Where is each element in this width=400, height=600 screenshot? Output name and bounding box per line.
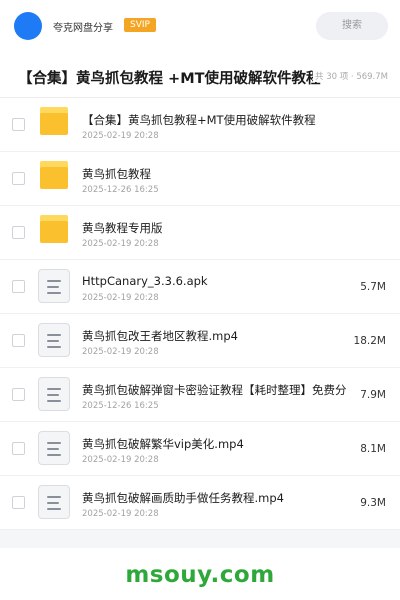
file-size: 7.9M bbox=[360, 389, 386, 401]
folder-meta: 共 30 项 · 569.7M bbox=[313, 70, 388, 82]
file-name: 黄鸟教程专用版 bbox=[82, 221, 163, 235]
file-date: 2025-02-19 20:28 bbox=[82, 131, 159, 141]
file-size: 18.2M bbox=[353, 335, 386, 347]
file-name: 黄鸟抓包破解繁华vip美化.mp4 bbox=[82, 437, 244, 451]
file-date: 2025-02-19 20:28 bbox=[82, 239, 159, 249]
file-name: 【合集】黄鸟抓包教程+MT使用破解软件教程 bbox=[82, 113, 316, 127]
row-checkbox[interactable] bbox=[12, 118, 25, 131]
document-icon bbox=[38, 431, 70, 465]
file-name: 黄鸟抓包破解画质助手做任务教程.mp4 bbox=[82, 491, 284, 505]
row-checkbox[interactable] bbox=[12, 226, 25, 239]
vip-badge: SVIP bbox=[124, 18, 156, 32]
file-size: 9.3M bbox=[360, 497, 386, 509]
list-item[interactable]: 黄鸟抓包破解繁华vip美化.mp4 2025-02-19 20:28 8.1M bbox=[0, 422, 400, 476]
file-size: 8.1M bbox=[360, 443, 386, 455]
list-item[interactable]: 黄鸟抓包改王者地区教程.mp4 2025-02-19 20:28 18.2M bbox=[0, 314, 400, 368]
row-checkbox[interactable] bbox=[12, 172, 25, 185]
row-checkbox[interactable] bbox=[12, 334, 25, 347]
row-checkbox[interactable] bbox=[12, 496, 25, 509]
row-checkbox[interactable] bbox=[12, 280, 25, 293]
user-name[interactable]: 夸克网盘分享 bbox=[53, 19, 113, 34]
file-date: 2025-02-19 20:28 bbox=[82, 455, 159, 465]
folder-icon bbox=[38, 161, 70, 195]
list-item[interactable]: HttpCanary_3.3.6.apk 2025-02-19 20:28 5.… bbox=[0, 260, 400, 314]
avatar[interactable] bbox=[14, 12, 42, 40]
file-name: 黄鸟抓包改王者地区教程.mp4 bbox=[82, 329, 238, 343]
document-icon bbox=[38, 323, 70, 357]
top-header: 夸克网盘分享 SVIP 搜索 bbox=[0, 0, 400, 52]
file-date: 2025-02-19 20:28 bbox=[82, 347, 159, 357]
file-name: 黄鸟抓包破解弹窗卡密验证教程【耗时整理】免费分享： bbox=[82, 383, 347, 397]
page-title: 【合集】黄鸟抓包教程 +MT使用破解软件教程 bbox=[18, 71, 321, 87]
folder-icon bbox=[38, 215, 70, 249]
file-name: HttpCanary_3.3.6.apk bbox=[82, 274, 208, 288]
file-date: 2025-12-26 16:25 bbox=[82, 401, 159, 411]
file-list: 【合集】黄鸟抓包教程+MT使用破解软件教程 2025-02-19 20:28 黄… bbox=[0, 98, 400, 530]
row-checkbox[interactable] bbox=[12, 442, 25, 455]
folder-icon bbox=[38, 107, 70, 141]
watermark-text: msouy.com bbox=[125, 562, 275, 588]
file-date: 2025-02-19 20:28 bbox=[82, 293, 159, 303]
footer: msouy.com bbox=[0, 548, 400, 600]
file-name: 黄鸟抓包教程 bbox=[82, 167, 151, 181]
document-icon bbox=[38, 485, 70, 519]
file-date: 2025-02-19 20:28 bbox=[82, 509, 159, 519]
file-size: 5.7M bbox=[360, 281, 386, 293]
document-icon bbox=[38, 377, 70, 411]
list-item[interactable]: 黄鸟抓包破解画质助手做任务教程.mp4 2025-02-19 20:28 9.3… bbox=[0, 476, 400, 530]
list-item[interactable]: 黄鸟抓包破解弹窗卡密验证教程【耗时整理】免费分享： 2025-12-26 16:… bbox=[0, 368, 400, 422]
folder-title-bar: 【合集】黄鸟抓包教程 +MT使用破解软件教程 共 30 项 · 569.7M bbox=[0, 52, 400, 98]
search-input[interactable]: 搜索 bbox=[316, 12, 388, 40]
list-item[interactable]: 黄鸟教程专用版 2025-02-19 20:28 bbox=[0, 206, 400, 260]
list-item[interactable]: 黄鸟抓包教程 2025-12-26 16:25 bbox=[0, 152, 400, 206]
file-date: 2025-12-26 16:25 bbox=[82, 185, 159, 195]
list-item[interactable]: 【合集】黄鸟抓包教程+MT使用破解软件教程 2025-02-19 20:28 bbox=[0, 98, 400, 152]
row-checkbox[interactable] bbox=[12, 388, 25, 401]
document-icon bbox=[38, 269, 70, 303]
